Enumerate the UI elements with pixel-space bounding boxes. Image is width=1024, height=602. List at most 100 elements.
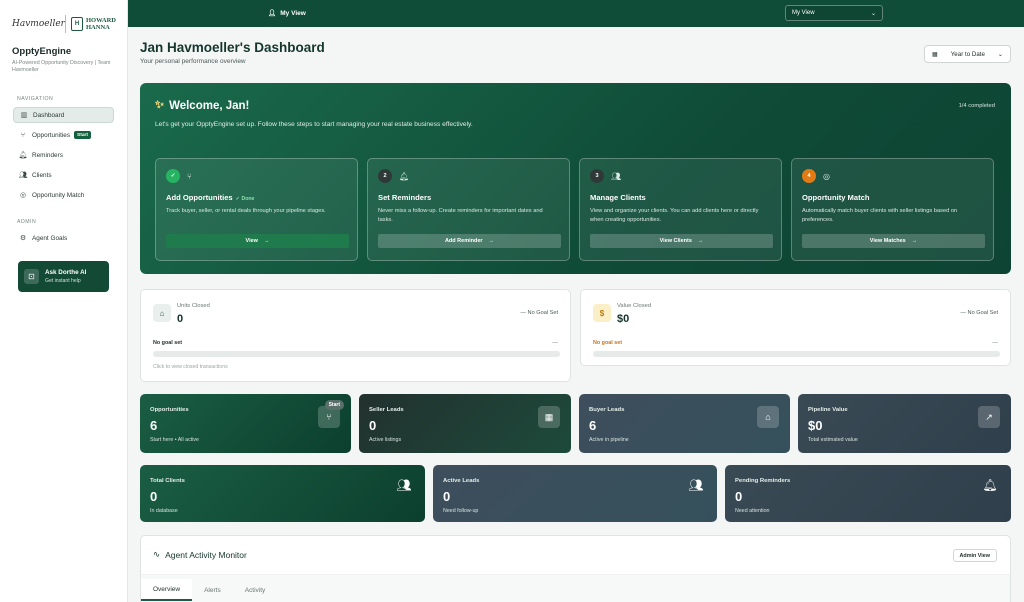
arrow-right-icon: → [488,238,495,244]
closed-transactions-link[interactable]: Click to view closed transactions [153,364,228,370]
sidebar-item-opportunities[interactable]: ⑂ Opportunities Start [13,127,114,143]
chevron-down-icon: ⌄ [997,50,1003,58]
step-title: Add Opportunities [166,193,233,202]
view-clients-button[interactable]: View Clients → [590,234,773,248]
view-matches-button[interactable]: View Matches → [802,234,985,248]
sidebar-item-reminders[interactable]: 🔔︎ Reminders [13,147,114,163]
goal-value: $0 [617,313,630,325]
step-opportunity-match: 4 ◎ Opportunity Match Automatically match… [791,158,994,261]
page-subtitle: Your personal performance overview [140,58,246,65]
dollar-icon: $ [593,304,611,322]
logo-howard-hanna: H HOWARD HANNA [71,17,116,31]
goal-label: Units Closed [177,303,210,309]
view-label: My View [280,9,306,17]
main-nav: ▥ Dashboard ⑂ Opportunities Start 🔔︎ Rem… [0,102,127,203]
app-brand: OpptyEngine AI-Powered Opportunity Disco… [0,34,127,74]
logo-havmoeller: Havmoeller [12,19,65,29]
stat-subtext: In database [150,508,178,514]
stat-label: Pipeline Value [808,407,848,413]
stat-value: 0 [735,489,743,504]
goal-status: No goal set [593,340,623,346]
goal-progress-bar [153,351,560,357]
brand-logo: Havmoeller H HOWARD HANNA [0,0,127,34]
step-description: Never miss a follow-up. Create reminders… [378,208,543,223]
logo-text-howard: HOWARD [86,17,116,24]
sidebar-item-clients[interactable]: 👥︎ Clients [13,167,114,183]
sidebar-item-label: Dashboard [33,111,65,119]
stat-value: 6 [150,418,158,433]
stat-opportunities[interactable]: Opportunities 6 Start here • All active … [140,394,351,453]
goal-percent: — [552,340,558,346]
stat-value: 0 [150,489,158,504]
stat-label: Active Leads [443,478,480,484]
step-description: Automatically match buyer clients with s… [802,208,958,223]
activity-icon: ∿ [153,549,161,559]
step-description: View and organize your clients. You can … [590,208,759,223]
done-badge: ✓ Done [235,196,255,202]
building-icon: ▦ [538,406,560,428]
ask-ai-subtitle: Get instant help [45,278,81,284]
stat-subtext: Need follow-up [443,508,479,514]
admin-view-button[interactable]: Admin View [952,549,997,562]
page-title: Jan Havmoeller's Dashboard [140,40,325,55]
stat-seller-leads[interactable]: Seller Leads 0 Active listings ▦ [359,394,571,453]
add-reminder-button[interactable]: Add Reminder → [378,234,561,248]
view-select[interactable]: My View ⌄ [785,5,883,21]
git-branch-icon: ⑂ [20,131,26,139]
stat-buyer-leads[interactable]: Buyer Leads 6 Active in pipeline ⌂ [579,394,790,453]
sidebar-item-label: Opportunities [32,131,71,139]
target-icon: ◎ [823,171,830,181]
stat-value: $0 [808,418,823,433]
stat-pending-reminders[interactable]: Pending Reminders 0 Need attention 🔔︎ [725,465,1011,522]
stat-subtext: Need attention [735,508,770,514]
view-select-value: My View [792,10,815,16]
user-icon: 👤︎ [268,10,277,17]
sidebar-item-label: Reminders [32,151,63,159]
step-set-reminders: 2 🔔︎ Set Reminders Never miss a follow-up… [367,158,570,261]
onboarding-steps: ✓ ⑂ Add Opportunities ✓ Done Track buyer, … [155,158,994,261]
sidebar-item-agent-goals[interactable]: ⚙ Agent Goals [13,230,114,246]
goal-value: 0 [177,313,184,325]
period-select[interactable]: ▦ Year to Date ⌄ [924,45,1011,63]
calendar-icon: ▦ [932,50,938,58]
view-opportunities-button[interactable]: View → [166,234,349,248]
stat-label: Opportunities [150,407,189,413]
tab-alerts[interactable]: Alerts [192,579,233,601]
stat-value: 0 [443,489,451,504]
sidebar-item-opportunity-match[interactable]: ◎ Opportunity Match [13,187,114,203]
goal-status: No goal set [153,340,183,346]
stat-active-leads[interactable]: Active Leads 0 Need follow-up 👥︎ [433,465,717,522]
chevron-down-icon: ⌄ [870,10,876,17]
step-manage-clients: 3 👥︎ Manage Clients View and organize you… [579,158,782,261]
goal-percent: — [992,340,998,346]
trending-up-icon: ↗ [978,406,1000,428]
bell-icon: 🔔︎ [18,152,28,159]
step-title: Opportunity Match [802,193,870,202]
logo-divider [65,15,66,33]
step-number: 4 [802,169,816,183]
tab-activity[interactable]: Activity [233,579,278,601]
units-closed-card[interactable]: ⌂ Units Closed 0 — No Goal Set No goal s… [140,289,571,382]
app-name: OpptyEngine [12,46,72,57]
sidebar-item-label: Agent Goals [32,234,68,242]
welcome-title: Welcome, Jan! [169,99,250,112]
ask-ai-button[interactable]: ⊡ Ask Dorthe AI Get instant help [18,261,109,292]
sidebar-item-dashboard[interactable]: ▥ Dashboard [13,107,114,123]
stat-label: Pending Reminders [735,478,791,484]
tab-overview[interactable]: Overview [141,579,193,601]
step-description: Track buyer, seller, or rental deals thr… [166,208,326,214]
users-icon: 👥︎ [611,171,622,181]
bar-chart-icon: ▥ [20,112,28,119]
stat-value: 6 [589,418,597,433]
stat-label: Buyer Leads [589,407,625,413]
stat-subtext: Active listings [369,437,402,443]
stat-pipeline-value[interactable]: Pipeline Value $0 Total estimated value … [798,394,1011,453]
goal-target: — No Goal Set [960,310,998,316]
step-number: 2 [378,169,392,183]
home-icon: ⌂ [757,406,779,428]
stat-subtext: Total estimated value [808,437,858,443]
stat-total-clients[interactable]: Total Clients 0 In database 👥︎ [140,465,425,522]
step-number: 3 [590,169,604,183]
top-bar: 👤︎ My View My View ⌄ [128,0,1024,27]
users-icon: 👥︎ [688,478,704,492]
